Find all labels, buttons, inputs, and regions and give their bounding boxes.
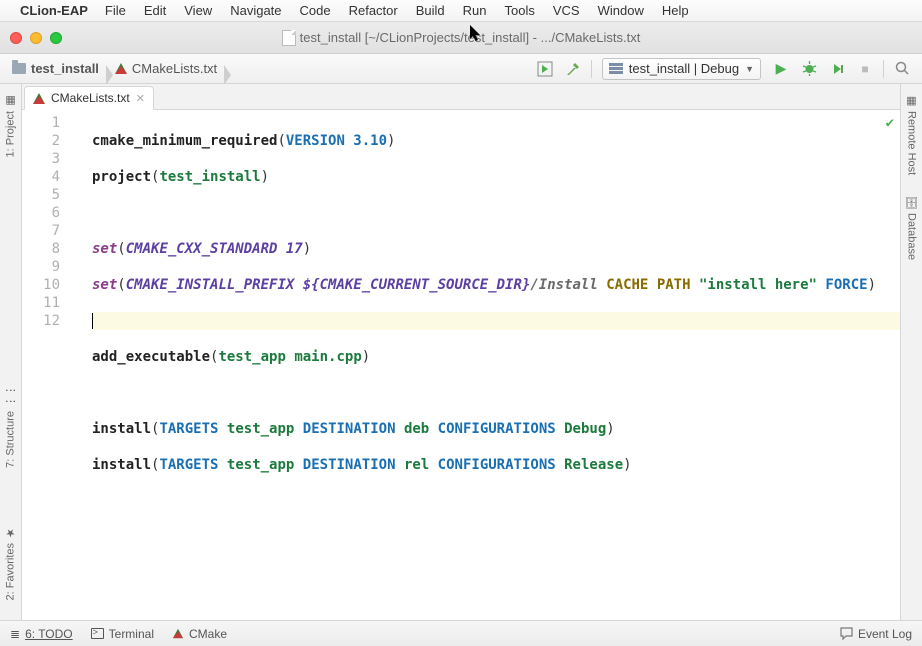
search-everywhere-button[interactable] — [891, 58, 913, 80]
breadcrumb-project[interactable]: test_install — [6, 61, 109, 76]
menu-file[interactable]: File — [96, 3, 135, 18]
tool-remote-host[interactable]: ▦ Remote Host — [905, 88, 918, 181]
tab-label: CMakeLists.txt — [51, 91, 130, 105]
status-terminal[interactable]: Terminal — [91, 627, 154, 641]
chevron-down-icon: ▼ — [745, 64, 754, 74]
menu-code[interactable]: Code — [291, 3, 340, 18]
speech-bubble-icon — [840, 627, 853, 640]
traffic-lights — [10, 32, 62, 44]
menu-tools[interactable]: Tools — [496, 3, 544, 18]
run-button[interactable]: ▶ — [770, 58, 792, 80]
code-content[interactable]: cmake_minimum_required(VERSION 3.10) pro… — [72, 110, 900, 620]
menu-view[interactable]: View — [175, 3, 221, 18]
editor-area: CMakeLists.txt ✕ 123 456 789 101112 cmak… — [22, 84, 900, 620]
menu-window[interactable]: Window — [589, 3, 653, 18]
toolbar: test_install CMakeLists.txt test_install… — [0, 54, 922, 84]
minimize-window-button[interactable] — [30, 32, 42, 44]
menu-navigate[interactable]: Navigate — [221, 3, 290, 18]
menu-edit[interactable]: Edit — [135, 3, 175, 18]
run-configuration-selector[interactable]: test_install | Debug ▼ — [602, 58, 761, 80]
left-tool-stripe: 1: Project ▦ 7: Structure ⋮⋮ 2: Favorite… — [0, 84, 22, 620]
window-title-text: test_install [~/CLionProjects/test_insta… — [300, 30, 641, 45]
menu-refactor[interactable]: Refactor — [340, 3, 407, 18]
right-tool-stripe: ▦ Remote Host 🗄 Database — [900, 84, 922, 620]
analysis-ok-icon[interactable]: ✔ — [886, 114, 894, 132]
cmake-icon — [115, 63, 127, 74]
window-titlebar: test_install [~/CLionProjects/test_insta… — [0, 22, 922, 54]
zoom-window-button[interactable] — [50, 32, 62, 44]
code-editor[interactable]: 123 456 789 101112 cmake_minimum_require… — [22, 110, 900, 620]
macos-menubar: CLion-EAP File Edit View Navigate Code R… — [0, 0, 922, 22]
line-number-gutter: 123 456 789 101112 — [22, 110, 72, 620]
document-icon — [282, 30, 296, 46]
tool-project[interactable]: 1: Project ▦ — [4, 88, 17, 163]
menu-run[interactable]: Run — [454, 3, 496, 18]
separator — [883, 60, 884, 78]
breadcrumb-file[interactable]: CMakeLists.txt — [109, 61, 227, 76]
run-target-icon[interactable] — [534, 58, 556, 80]
status-bar: ≣6: TODO Terminal CMake Event Log — [0, 620, 922, 646]
tool-database[interactable]: 🗄 Database — [905, 189, 918, 266]
close-tab-icon[interactable]: ✕ — [136, 92, 145, 105]
app-name[interactable]: CLion-EAP — [20, 3, 88, 18]
main-content: 1: Project ▦ 7: Structure ⋮⋮ 2: Favorite… — [0, 84, 922, 620]
configuration-icon — [609, 63, 623, 75]
status-cmake[interactable]: CMake — [172, 627, 227, 641]
run-with-coverage-button[interactable] — [826, 58, 848, 80]
cmake-icon — [173, 629, 183, 638]
text-caret — [92, 313, 93, 329]
menu-help[interactable]: Help — [653, 3, 698, 18]
folder-icon — [12, 63, 26, 74]
status-todo[interactable]: ≣6: TODO — [10, 627, 73, 641]
build-hammer-icon[interactable] — [562, 58, 584, 80]
mouse-cursor-icon — [470, 25, 482, 43]
list-icon: ≣ — [10, 627, 20, 641]
breadcrumb-project-label: test_install — [31, 61, 99, 76]
status-event-log[interactable]: Event Log — [840, 627, 912, 641]
menu-build[interactable]: Build — [407, 3, 454, 18]
tool-favorites[interactable]: 2: Favorites ★ — [4, 520, 17, 606]
close-window-button[interactable] — [10, 32, 22, 44]
terminal-icon — [91, 628, 104, 639]
stop-button[interactable]: ■ — [854, 58, 876, 80]
tool-structure[interactable]: 7: Structure ⋮⋮ — [4, 379, 17, 474]
run-configuration-label: test_install | Debug — [629, 61, 739, 76]
breadcrumb-file-label: CMakeLists.txt — [132, 61, 217, 76]
editor-tabs: CMakeLists.txt ✕ — [22, 84, 900, 110]
cmake-icon — [33, 93, 45, 104]
menu-vcs[interactable]: VCS — [544, 3, 589, 18]
tab-cmakelists[interactable]: CMakeLists.txt ✕ — [24, 86, 154, 110]
window-title: test_install [~/CLionProjects/test_insta… — [0, 30, 922, 46]
debug-button[interactable] — [798, 58, 820, 80]
separator — [591, 60, 592, 78]
